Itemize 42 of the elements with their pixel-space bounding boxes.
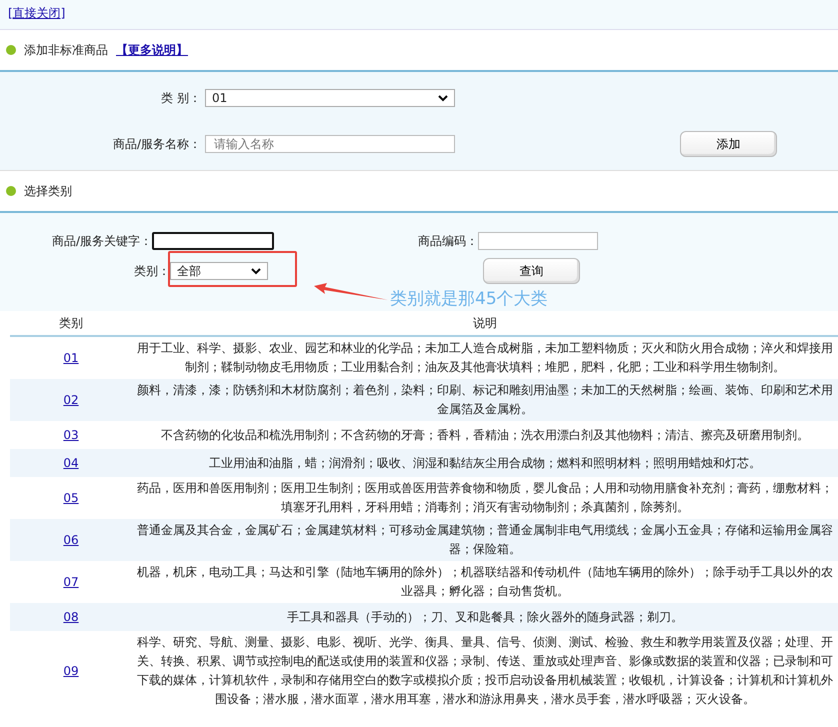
close-link[interactable]: [直接关闭] [8,6,66,20]
bullet-icon [6,45,16,55]
name-input[interactable]: 请输入名称 [205,135,455,153]
category-code-link[interactable]: 07 [63,575,79,589]
column-header: 说明 [472,314,498,332]
category-description: 药品，医用和兽医用制剂；医用卫生制剂；医用或兽医用营养食物和物质，婴儿食品；人用和动物用膳食补充剂；膏药，绷敷材料；填塞牙孔用料，牙科用蜡；消毒剂；消灭有害动物制剂；杀真菌剂，除莠剂。 [136,480,834,516]
category-code-link[interactable]: 09 [63,664,79,678]
category-description: 普通金属及其合金，金属矿石；金属建筑材料；可移动金属建筑物；普通金属制非电气用缆线；金属小五金具；存储和运输用金属容器；保险箱。 [136,522,834,558]
caret-icon [251,268,261,274]
category-description: 颜料，清漆，漆；防锈剂和木材防腐剂；着色剂，染料；印刷、标记和雕刻用油墨；未加工的天然树脂；绘画、装饰、印刷和艺术用金属箔及金属粉。 [136,382,834,418]
column-header: 类别 [58,315,84,332]
keyword-input[interactable] [152,232,274,250]
field-label: 商品/服务名称： [112,136,202,153]
category-code-link[interactable]: 03 [63,428,79,442]
category-code-link[interactable]: 01 [63,351,79,365]
field-label: 类别： [133,263,170,280]
dropdown[interactable]: 01 [205,89,455,107]
section-title: 添加非标准商品 [24,42,108,59]
arrow-icon [312,282,390,302]
field-label: 类 别： [160,90,202,107]
more-info-link[interactable]: 【更多说明】 [116,41,188,59]
category-description: 科学、研究、导航、测量、摄影、电影、视听、光学、衡具、量具、信号、侦测、测试、检验、救生和教学用装置及仪器；处理、开关、转换、积累、调节或控制电的配送或使用的装置和仪器；录制、传送、重放或处理声音、影像或数据的装置和仪器；已录制和可下载的媒体，计算机软件，录制和存储用空白的数字或模拟介质；投币启动设备用机械装置；收银机，计算设备；计算机和计算机外围设备；潜水服，潜水面罩，潜水用耳塞，潜水和游泳用鼻夹，潜水员手套，潜水呼吸器；灭火设备。 [136,634,834,708]
category-code-link[interactable]: 06 [63,533,79,547]
category-description: 机器，机床，电动工具；马达和引擎（陆地车辆用的除外）；机器联结器和传动机件（陆地车辆用的除外）；除手动手工具以外的农业器具；孵化器；自动售货机。 [136,564,834,600]
category-code-link[interactable]: 05 [63,491,79,505]
category-description: 工业用油和油脂，蜡；润滑剂；吸收、润湿和黏结灰尘用合成物；燃料和照明材料；照明用蜡烛和灯芯。 [208,454,762,472]
add-button[interactable]: 添加 [680,131,777,157]
category-code-link[interactable]: 04 [63,456,79,470]
field-label: 商品/服务关键字： [50,233,152,250]
dropdown[interactable]: 全部 [170,262,268,280]
field-label: 商品编码： [417,233,478,250]
code-input[interactable] [478,232,598,250]
category-description: 手工具和器具（手动的）；刀、叉和匙餐具；除火器外的随身武器；剃刀。 [286,608,684,626]
category-code-link[interactable]: 02 [63,393,79,407]
annotation-text: 类别就是那45个大类 [390,288,548,310]
section-title: 选择类别 [24,183,72,200]
bullet-icon [6,186,16,196]
query-button[interactable]: 查询 [483,258,580,284]
category-description: 用于工业、科学、摄影、农业、园艺和林业的化学品；未加工人造合成树脂，未加工塑料物质；灭火和防火用合成物；淬火和焊接用制剂；鞣制动物皮毛用物质；工业用黏合剂；油灰及其他膏状填料；堆肥，肥料，化肥；工业和科学用生物制剂。 [136,340,834,376]
category-code-link[interactable]: 08 [63,610,79,624]
caret-icon [438,94,448,102]
category-description: 不含药物的化妆品和梳洗用制剂；不含药物的牙膏；香料，香精油；洗衣用漂白剂及其他物料；清洁、擦亮及研磨用制剂。 [160,426,810,444]
